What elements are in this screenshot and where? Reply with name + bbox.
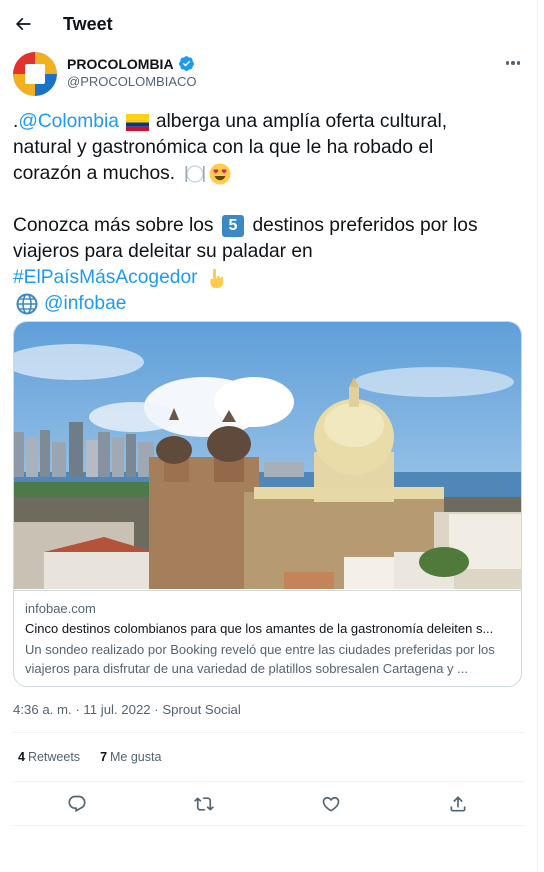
author-name-row[interactable]: PROCOLOMBIA (67, 55, 195, 72)
divider (13, 732, 524, 733)
action-bar (13, 785, 524, 821)
share-button[interactable] (445, 791, 471, 817)
card-title[interactable]: Cinco destinos colombianos para que los … (25, 621, 511, 640)
link-preview-card[interactable]: infobae.com Cinco destinos colombianos p… (13, 321, 522, 687)
tweet-line: @infobae (13, 291, 523, 317)
procolombia-logo (13, 52, 57, 96)
tweet-source[interactable]: Sprout Social (162, 702, 240, 717)
page-title: Tweet (63, 14, 113, 34)
tweet-time[interactable]: 4:36 a. m. (13, 702, 72, 717)
separator: · (154, 702, 159, 717)
card-domain: infobae.com (25, 601, 96, 616)
tweet-line: Conozca más sobre los 5 destinos preferi… (13, 213, 523, 239)
hashtag-link[interactable]: #ElPaísMásAcogedor (13, 265, 198, 291)
reply-button[interactable] (64, 791, 90, 817)
reply-icon (68, 795, 86, 813)
more-button[interactable] (500, 52, 526, 74)
arrow-left-icon (15, 17, 31, 31)
heart-icon (322, 796, 340, 812)
heart-eyes-emoji (208, 163, 231, 185)
card-description: Un sondeo realizado por Booking reveló q… (25, 640, 511, 678)
tweet-stats: 4 Retweets 7 Me gusta (18, 750, 161, 764)
text-segment: destinos preferidos por los (252, 215, 478, 236)
like-button[interactable] (318, 791, 344, 817)
tweet-line: corazón a muchos. (13, 161, 523, 187)
tweet-line: . @Colombia alberga una amplía oferta cu… (13, 109, 523, 135)
header: Tweet (0, 0, 538, 50)
globe-emoji (15, 293, 38, 315)
card-body[interactable]: infobae.com Cinco destinos colombianos p… (14, 590, 521, 678)
likes-stat[interactable]: 7 Me gusta (100, 750, 161, 764)
tweet-line: natural y gastronómica con la que le ha … (13, 135, 523, 161)
text-segment: alberga una amplía oferta cultural, (155, 111, 448, 132)
tweet-line: #ElPaísMásAcogedor (13, 265, 523, 291)
retweet-button[interactable] (191, 791, 217, 817)
text-segment: natural y gastronómica con la que le ha … (13, 137, 434, 158)
tweet-detail-page: Tweet PROCOLOMBIA @PROCOLOMBIACO . @Colo… (0, 0, 538, 872)
separator: · (75, 702, 80, 717)
card-image-cartagena[interactable] (14, 322, 522, 589)
text-segment: viajeros para deleitar su paladar en (13, 241, 313, 262)
text-segment: Conozca más sobre los (13, 215, 214, 236)
verified-badge-icon (178, 56, 194, 71)
tweet-text: . @Colombia alberga una amplía oferta cu… (13, 109, 523, 317)
keycap-five-emoji: 5 (222, 215, 245, 237)
card-description-line: Un sondeo realizado por Booking reveló q… (25, 642, 495, 657)
fork-knife-emoji (183, 163, 206, 185)
tweet-meta: 4:36 a. m. · 11 jul. 2022 · Sprout Socia… (13, 702, 241, 717)
retweet-icon (194, 797, 214, 811)
divider (13, 825, 524, 826)
retweets-stat[interactable]: 4 Retweets (18, 750, 80, 764)
mention-colombia[interactable]: @Colombia (18, 109, 119, 135)
avatar[interactable] (13, 52, 57, 96)
tweet-line: viajeros para deleitar su paladar en (13, 239, 523, 265)
colombia-flag-emoji (125, 111, 149, 133)
more-horizontal-icon (505, 61, 521, 65)
divider (13, 781, 524, 782)
mention-infobae[interactable]: @infobae (44, 291, 126, 317)
tweet-date[interactable]: 11 jul. 2022 (83, 702, 150, 717)
text-segment: corazón a muchos. (13, 163, 176, 184)
pointing-down-emoji (204, 267, 227, 289)
author-handle[interactable]: @PROCOLOMBIACO (67, 74, 197, 89)
card-description-line: viajeros para disfrutar de una variedad … (25, 661, 468, 676)
author-name[interactable]: PROCOLOMBIA (67, 56, 174, 72)
share-icon (450, 796, 466, 812)
back-button[interactable] (10, 10, 36, 38)
